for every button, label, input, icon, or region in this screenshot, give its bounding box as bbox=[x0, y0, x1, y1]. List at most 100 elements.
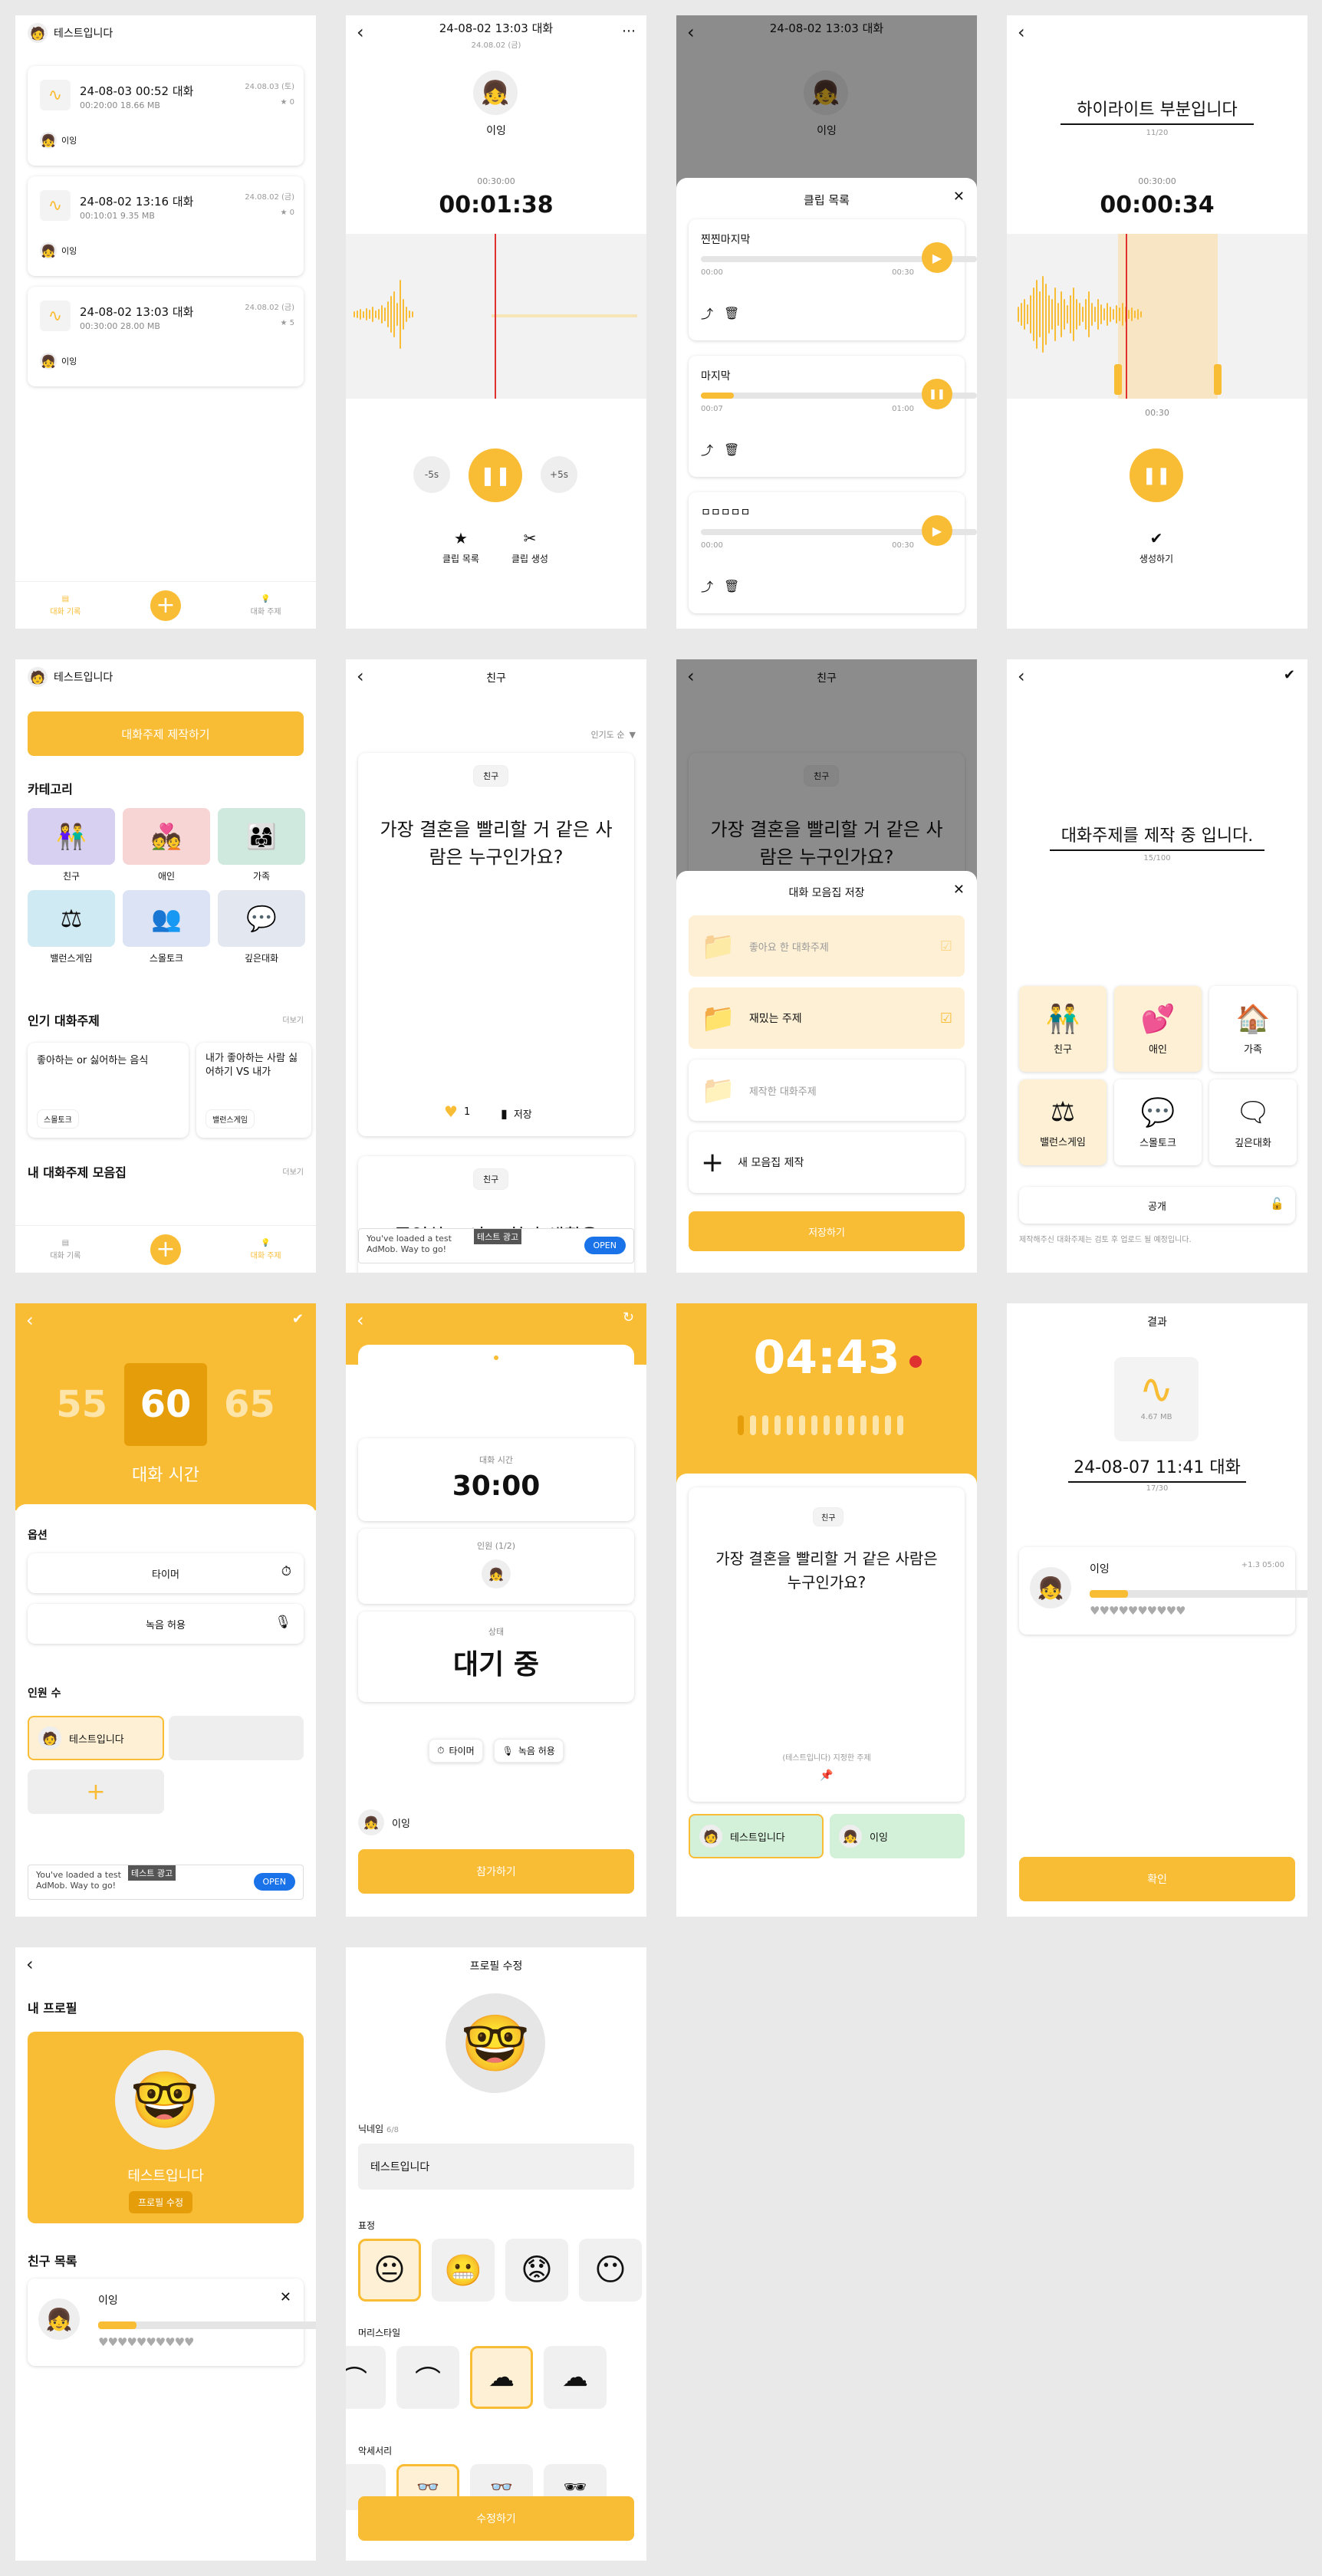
topic-input[interactable]: 대화주제를 제작 중 입니다. bbox=[1050, 822, 1264, 851]
nav-topics[interactable]: 💡 대화 주제 bbox=[251, 595, 281, 616]
hair-option[interactable]: ☁ bbox=[544, 2346, 607, 2409]
add-participant-button[interactable]: + bbox=[28, 1769, 164, 1814]
category-option-smalltalk[interactable]: 💬 스몰토크 bbox=[1114, 1079, 1202, 1165]
new-collection-button[interactable]: + 새 모음집 제작 bbox=[689, 1132, 965, 1193]
ad-open-button[interactable]: OPEN bbox=[584, 1237, 626, 1254]
submit-button[interactable]: 수정하기 bbox=[358, 2496, 634, 2541]
category-option-lover[interactable]: 💕 애인 bbox=[1114, 986, 1202, 1072]
topic-card[interactable]: 내가 좋아하는 사람 싫어하기 VS 내가 밸런스게임 bbox=[196, 1043, 311, 1138]
forward-button[interactable]: +5s bbox=[541, 456, 577, 493]
category-option-family[interactable]: 🏠 가족 bbox=[1209, 986, 1297, 1072]
record-card[interactable]: ∿ 24-08-02 13:03 대화 00:30:00 28.00 MB 24… bbox=[28, 287, 304, 386]
topic-card[interactable]: 좋아하는 or 싫어하는 음식 스몰토크 bbox=[28, 1043, 189, 1138]
question-card[interactable]: 친구 가장 결혼을 빨리할 거 같은 사람은 누구인가요? ♥ 1 ▮ 저장 bbox=[358, 753, 634, 1136]
close-icon[interactable]: ✕ bbox=[280, 2289, 291, 2305]
create-button[interactable]: ✔ 생성하기 bbox=[1122, 529, 1191, 565]
category-option-balance[interactable]: ⚖ 밸런스게임 bbox=[1019, 1079, 1107, 1165]
expression-option[interactable]: 😶 bbox=[579, 2239, 642, 2302]
category-family[interactable]: 👨‍👩‍👧 가족 bbox=[218, 808, 305, 882]
edit-profile-button[interactable]: 프로필 수정 bbox=[129, 2191, 193, 2213]
back-button[interactable]: ‹ bbox=[26, 1953, 34, 1975]
hair-option-selected[interactable]: ☁ bbox=[470, 2346, 533, 2409]
hair-option[interactable]: ⌒ bbox=[396, 2346, 459, 2409]
sort-control[interactable]: 인기도 순 ▼ bbox=[591, 728, 636, 741]
time-picker[interactable]: 55 60 65 bbox=[15, 1363, 316, 1446]
clip-item[interactable]: 마지막 00:07 01:00 ❚❚ ⤴ 🗑 bbox=[689, 356, 977, 477]
play-button[interactable]: ▶ bbox=[922, 242, 952, 273]
back-button[interactable]: ‹ bbox=[1018, 21, 1025, 43]
clip-item[interactable]: ㅁㅁㅁㅁㅁ 00:00 00:30 ▶ ⤴ 🗑 bbox=[689, 492, 977, 613]
range-handle-right[interactable] bbox=[1214, 364, 1222, 395]
close-icon[interactable]: ✕ bbox=[953, 189, 965, 205]
refresh-icon[interactable]: ↻ bbox=[623, 1309, 634, 1326]
share-icon[interactable]: ⤴ bbox=[701, 440, 713, 458]
friend-card[interactable]: 👧 이잉 ✕ ♥♥♥♥♥♥♥♥♥♥ bbox=[28, 2279, 316, 2366]
rewind-button[interactable]: -5s bbox=[413, 456, 450, 493]
save-button[interactable]: 저장하기 bbox=[689, 1211, 965, 1251]
more-icon[interactable]: ⋯ bbox=[622, 23, 636, 39]
record-card[interactable]: ∿ 24-08-03 00:52 대화 00:20:00 18.66 MB 24… bbox=[28, 66, 304, 166]
waveform[interactable] bbox=[346, 234, 646, 399]
nav-record-history[interactable]: ▤ 대화 기록 bbox=[50, 1239, 81, 1260]
pause-button[interactable]: ❚❚ bbox=[1130, 449, 1183, 502]
clip-list-button[interactable]: ★ 클립 목록 bbox=[438, 529, 484, 565]
confirm-button[interactable]: 확인 bbox=[1019, 1857, 1295, 1901]
category-deep[interactable]: 💬 깊은대화 bbox=[218, 890, 305, 964]
nav-topics[interactable]: 💡 대화 주제 bbox=[251, 1239, 281, 1260]
share-icon[interactable]: ⤴ bbox=[701, 304, 713, 322]
check-icon[interactable]: ✔ bbox=[292, 1311, 304, 1327]
clip-title-input[interactable]: 하이라이트 부분입니다 bbox=[1061, 96, 1254, 125]
playhead[interactable] bbox=[1126, 234, 1127, 399]
expression-option[interactable]: 😬 bbox=[432, 2239, 495, 2302]
category-lover[interactable]: 💑 애인 bbox=[123, 808, 210, 882]
add-button[interactable]: + bbox=[150, 590, 181, 621]
participant-slot[interactable]: 🧑 테스트입니다 bbox=[28, 1716, 164, 1760]
more-link[interactable]: 더보기 bbox=[282, 1165, 304, 1177]
trash-icon[interactable]: 🗑 bbox=[724, 579, 739, 593]
ad-banner[interactable]: You've loaded a test AdMob. Way to go! 테… bbox=[358, 1228, 634, 1263]
more-link[interactable]: 더보기 bbox=[282, 1014, 304, 1025]
close-icon[interactable]: ✕ bbox=[953, 882, 965, 898]
hair-option[interactable]: ⌒ bbox=[346, 2346, 386, 2409]
category-option-friend[interactable]: 👬 친구 bbox=[1019, 986, 1107, 1072]
category-smalltalk[interactable]: 👥 스몰토크 bbox=[123, 890, 210, 964]
record-card[interactable]: ∿ 24-08-02 13:16 대화 00:10:01 9.35 MB 24.… bbox=[28, 176, 304, 276]
ad-banner[interactable]: You've loaded a test AdMob. Way to go! 테… bbox=[28, 1865, 304, 1900]
like-button[interactable]: ♥ 1 bbox=[444, 1102, 470, 1121]
checkbox-checked[interactable]: ☑ bbox=[940, 938, 952, 955]
collection-item[interactable]: 📁 제작한 대화주제 bbox=[689, 1060, 965, 1121]
collection-item[interactable]: 📁 재밌는 주제 ☑ bbox=[689, 987, 965, 1049]
category-option-deep[interactable]: 🗨 깊은대화 bbox=[1209, 1079, 1297, 1165]
playhead[interactable] bbox=[495, 234, 496, 399]
ad-open-button[interactable]: OPEN bbox=[253, 1873, 295, 1891]
back-button[interactable]: ‹ bbox=[1018, 665, 1025, 687]
record-name-input[interactable]: 24-08-07 11:41 대화 bbox=[1068, 1454, 1246, 1483]
trash-icon[interactable]: 🗑 bbox=[724, 306, 739, 320]
check-icon[interactable]: ✔ bbox=[1284, 667, 1295, 683]
pause-button[interactable]: ❚❚ bbox=[922, 379, 952, 409]
clip-item[interactable]: 찐찐마지막 00:00 00:30 ▶ ⤴ 🗑 bbox=[689, 219, 977, 340]
category-friend[interactable]: 👫 친구 bbox=[28, 808, 115, 882]
join-button[interactable]: 참가하기 bbox=[358, 1849, 634, 1894]
save-button[interactable]: ▮ 저장 bbox=[501, 1106, 532, 1121]
make-topic-button[interactable]: 대화주제 제작하기 bbox=[28, 711, 304, 756]
public-toggle[interactable]: 공개 🔓 bbox=[1019, 1187, 1295, 1224]
time-option[interactable]: 55 bbox=[56, 1383, 107, 1426]
expression-option[interactable]: 😟 bbox=[505, 2239, 568, 2302]
empty-slot[interactable] bbox=[169, 1716, 304, 1760]
add-button[interactable]: + bbox=[150, 1234, 181, 1265]
trash-icon[interactable]: 🗑 bbox=[724, 442, 739, 457]
pause-button[interactable]: ❚❚ bbox=[469, 449, 522, 502]
waveform[interactable] bbox=[1007, 234, 1307, 399]
timer-toggle[interactable]: 타이머 ⏱ bbox=[28, 1553, 304, 1593]
back-button[interactable]: ‹ bbox=[26, 1309, 34, 1331]
play-button[interactable]: ▶ bbox=[922, 515, 952, 546]
checkbox-checked[interactable]: ☑ bbox=[940, 1010, 952, 1027]
nickname-input[interactable]: 테스트입니다 bbox=[358, 2144, 634, 2190]
back-button[interactable]: ‹ bbox=[357, 1309, 364, 1331]
clip-create-button[interactable]: ✂ 클립 생성 bbox=[507, 529, 553, 565]
share-icon[interactable]: ⤴ bbox=[701, 577, 713, 595]
collection-item[interactable]: 📁 좋아요 한 대화주제 ☑ bbox=[689, 915, 965, 977]
time-option[interactable]: 65 bbox=[224, 1383, 275, 1426]
expression-option-selected[interactable]: 😐 bbox=[358, 2239, 421, 2302]
